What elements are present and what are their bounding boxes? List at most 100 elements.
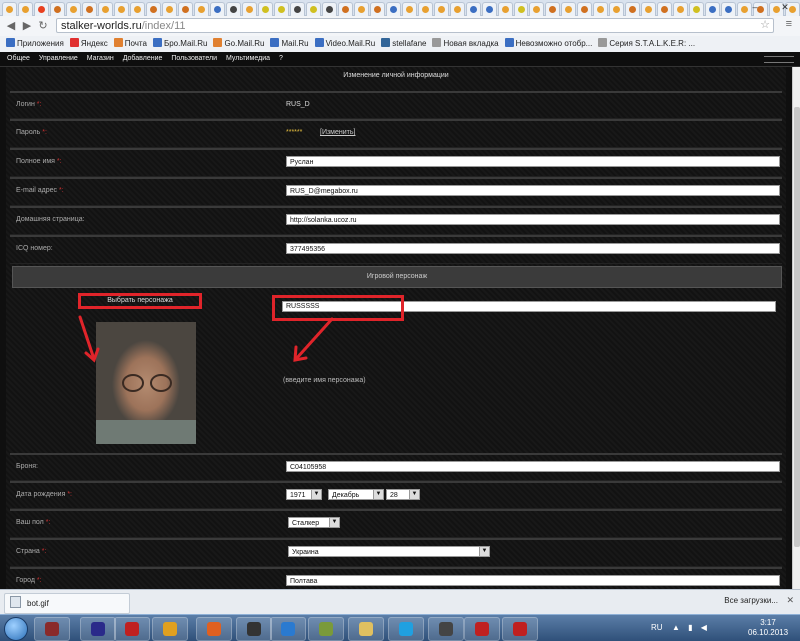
- close-window-button[interactable]: ✕: [774, 1, 796, 13]
- bookmark-item[interactable]: Приложения: [6, 36, 64, 52]
- browser-tab[interactable]: [321, 2, 337, 16]
- reload-icon[interactable]: ↻: [36, 19, 50, 33]
- browser-tab[interactable]: [257, 2, 273, 16]
- bookmark-star-icon[interactable]: ☆: [760, 18, 770, 31]
- download-item[interactable]: bot.gif: [4, 593, 130, 614]
- browser-tab[interactable]: [641, 2, 657, 16]
- browser-tab[interactable]: [129, 2, 145, 16]
- taskbar-app-app[interactable]: [428, 617, 464, 641]
- browser-tab[interactable]: [721, 2, 737, 16]
- show-all-downloads-link[interactable]: Все загрузки...: [724, 596, 778, 605]
- taskbar-app-game[interactable]: [80, 617, 116, 641]
- birth-year-select[interactable]: 1971 ▼: [286, 489, 322, 500]
- bookmark-item[interactable]: stellafane: [381, 36, 426, 52]
- browser-tab[interactable]: [273, 2, 289, 16]
- nav-users[interactable]: Пользователи: [171, 55, 217, 62]
- nav-shop[interactable]: Магазин: [87, 55, 114, 62]
- browser-tab[interactable]: [49, 2, 65, 16]
- menu-icon[interactable]: ≡: [786, 18, 792, 30]
- browser-tab[interactable]: [225, 2, 241, 16]
- birth-month-select[interactable]: Декабрь ▼: [328, 489, 384, 500]
- browser-tab[interactable]: [609, 2, 625, 16]
- browser-tab[interactable]: [353, 2, 369, 16]
- browser-tab[interactable]: [193, 2, 209, 16]
- nav-add[interactable]: Добавление: [123, 55, 163, 62]
- system-tray-icons[interactable]: ▲ ▮ ◀: [672, 623, 710, 632]
- nav-multimedia[interactable]: Мультимедиа: [226, 55, 270, 62]
- city-input[interactable]: Полтава: [286, 575, 780, 586]
- browser-tab[interactable]: [161, 2, 177, 16]
- browser-tab[interactable]: [545, 2, 561, 16]
- scrollbar-thumb[interactable]: [794, 107, 800, 547]
- browser-tab[interactable]: [433, 2, 449, 16]
- browser-tab[interactable]: [689, 2, 705, 16]
- taskbar-app-notes[interactable]: [34, 617, 70, 641]
- browser-tab[interactable]: [481, 2, 497, 16]
- browser-tab[interactable]: [449, 2, 465, 16]
- browser-tab[interactable]: [113, 2, 129, 16]
- browser-tab[interactable]: [241, 2, 257, 16]
- browser-tab[interactable]: [625, 2, 641, 16]
- country-select[interactable]: Украина ▼: [288, 546, 490, 557]
- bookmark-item[interactable]: Яндекс: [69, 36, 108, 52]
- back-icon[interactable]: ◀: [4, 19, 18, 33]
- taskbar-app-stalker3[interactable]: [502, 617, 538, 641]
- taskbar-app-firefox[interactable]: [196, 617, 232, 641]
- browser-tab[interactable]: [33, 2, 49, 16]
- language-indicator[interactable]: RU: [651, 623, 663, 632]
- taskbar-app-stalker[interactable]: [114, 617, 150, 641]
- taskbar-app-stalker2[interactable]: [464, 617, 500, 641]
- browser-tab[interactable]: [145, 2, 161, 16]
- start-button-icon[interactable]: [4, 617, 28, 641]
- browser-tab[interactable]: [17, 2, 33, 16]
- close-download-bar-icon[interactable]: ✕: [786, 595, 794, 606]
- nav-scroll-handle[interactable]: [764, 56, 794, 63]
- taskbar-app-chrome[interactable]: [152, 617, 188, 641]
- nav-help[interactable]: ?: [279, 55, 283, 62]
- vertical-scrollbar[interactable]: [792, 67, 800, 589]
- gender-select[interactable]: Сталкер ▼: [288, 517, 340, 528]
- browser-tab[interactable]: [305, 2, 321, 16]
- browser-tab[interactable]: [369, 2, 385, 16]
- armor-input[interactable]: C04105958: [286, 461, 780, 472]
- taskbar-app-ie[interactable]: [270, 617, 306, 641]
- nav-management[interactable]: Управление: [39, 55, 78, 62]
- bookmark-item[interactable]: Бро.Mail.Ru: [152, 36, 207, 52]
- browser-tab[interactable]: [465, 2, 481, 16]
- browser-tab[interactable]: [81, 2, 97, 16]
- bookmark-item[interactable]: Video.Mail.Ru: [314, 36, 375, 52]
- browser-tab[interactable]: [417, 2, 433, 16]
- forward-icon[interactable]: ▶: [20, 19, 34, 33]
- browser-tab[interactable]: [705, 2, 721, 16]
- browser-tab[interactable]: [673, 2, 689, 16]
- browser-tab[interactable]: [401, 2, 417, 16]
- browser-tab[interactable]: [97, 2, 113, 16]
- browser-tab[interactable]: [65, 2, 81, 16]
- browser-tab[interactable]: [497, 2, 513, 16]
- browser-tab[interactable]: [2, 2, 17, 16]
- taskbar-app-steam[interactable]: [236, 617, 272, 641]
- browser-tab[interactable]: [593, 2, 609, 16]
- bookmark-item[interactable]: Новая вкладка: [432, 36, 499, 52]
- bookmark-item[interactable]: Невозможно отобр...: [504, 36, 592, 52]
- browser-tab[interactable]: [577, 2, 593, 16]
- taskbar-app-explorer[interactable]: [348, 617, 384, 641]
- taskbar-app-skype[interactable]: [388, 617, 424, 641]
- browser-tab[interactable]: [289, 2, 305, 16]
- taskbar-app-utorrent[interactable]: [308, 617, 344, 641]
- nav-general[interactable]: Общее: [7, 55, 30, 62]
- minimize-button[interactable]: –: [744, 1, 766, 13]
- birth-day-select[interactable]: 28 ▼: [386, 489, 420, 500]
- browser-tab[interactable]: [209, 2, 225, 16]
- browser-tab[interactable]: [529, 2, 545, 16]
- browser-tab[interactable]: [561, 2, 577, 16]
- url-input[interactable]: stalker-worlds.ru/index/11: [56, 18, 774, 33]
- browser-tab[interactable]: [513, 2, 529, 16]
- browser-tab[interactable]: [337, 2, 353, 16]
- bookmark-item[interactable]: Почта: [113, 36, 147, 52]
- bookmark-item[interactable]: Серия S.T.A.L.K.E.R: ...: [598, 36, 695, 52]
- bookmark-item[interactable]: Mail.Ru: [270, 36, 309, 52]
- bookmark-item[interactable]: Go.Mail.Ru: [213, 36, 264, 52]
- browser-tab[interactable]: [657, 2, 673, 16]
- browser-tab[interactable]: [177, 2, 193, 16]
